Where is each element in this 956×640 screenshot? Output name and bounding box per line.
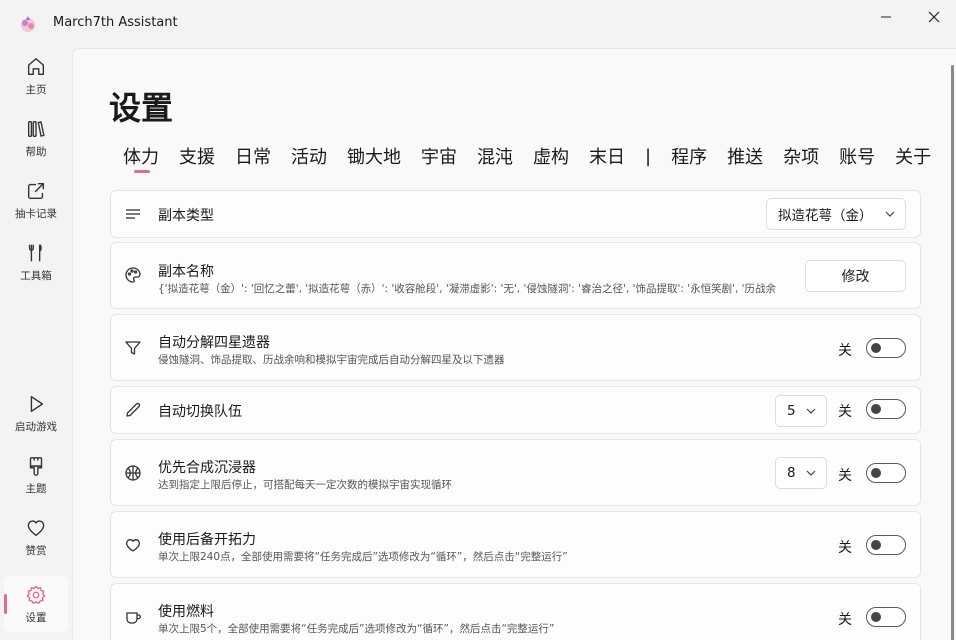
chevron-down-icon [806,408,816,414]
tab-program[interactable]: 程序 [671,143,707,169]
gear-icon [26,585,46,604]
auto-decompose-toggle[interactable] [866,338,906,358]
minimize-button[interactable] [863,0,909,34]
filter-icon [125,341,141,355]
list-icon [126,209,140,219]
tab-about[interactable]: 关于 [895,143,931,169]
toggle-state-label: 关 [838,540,852,556]
immersifier-toggle[interactable] [866,463,906,483]
toggle-state-label: 关 [838,404,852,420]
heart-icon [27,519,45,536]
heart-icon [126,539,140,552]
sidebar-item-help[interactable]: 帮助 [4,110,68,166]
page-title: 设置 [109,89,174,127]
sidebar-item-sponsor[interactable]: 赞赏 [4,509,68,565]
sidebar: 主页 帮助 抽卡记录 工具箱 启动游戏 主题 赞赏 设置 [0,48,72,640]
card-auto-decompose: 自动分解四星遗器 侵蚀隧洞、饰品提取、历战余响和模拟宇宙完成后自动分解四星及以下… [110,314,921,381]
home-icon [27,57,45,75]
card-auto-team: 自动切换队伍 5 关 [110,386,921,434]
card-title: 自动切换队伍 [158,404,242,420]
sidebar-item-launch-game[interactable]: 启动游戏 [4,385,68,441]
tab-doom[interactable]: 末日 [589,143,625,169]
tab-fiction[interactable]: 虚构 [533,143,569,169]
card-title: 副本名称 [158,264,214,280]
card-title: 使用后备开拓力 [158,532,256,548]
active-indicator [4,594,7,614]
tab-push[interactable]: 推送 [727,143,763,169]
minimize-icon [881,16,891,18]
card-immersifier: 优先合成沉浸器 达到指定上限后停止，可搭配每天一定次数的模拟宇宙实现循环 8 关 [110,439,921,506]
title-bar: March7th Assistant [0,0,956,48]
chevron-down-icon [806,470,816,476]
close-button[interactable] [911,0,956,34]
tab-support[interactable]: 支援 [179,143,215,169]
card-title: 自动分解四星遗器 [158,335,270,351]
card-description: {'拟造花萼（金）': '回忆之蕾', '拟造花萼（赤）': '收容舱段', '… [158,283,777,295]
sidebar-item-gacha-records[interactable]: 抽卡记录 [4,172,68,228]
tab-daily[interactable]: 日常 [235,143,271,169]
library-icon [27,120,45,137]
chevron-down-icon [885,211,895,217]
card-title: 优先合成沉浸器 [158,460,256,476]
sidebar-item-label: 赞赏 [25,544,47,557]
pencil-icon [126,402,141,417]
auto-team-toggle[interactable] [866,399,906,419]
settings-content: 设置 体力 支援 日常 活动 锄大地 宇宙 混沌 虚构 末日 | 程序 推送 杂… [72,48,956,640]
sidebar-item-toolbox[interactable]: 工具箱 [4,234,68,290]
tab-weed-the-land[interactable]: 锄大地 [347,143,401,169]
brush-icon [29,456,43,476]
tab-misc[interactable]: 杂项 [783,143,819,169]
sidebar-item-label: 帮助 [25,145,47,158]
instance-type-dropdown[interactable]: 拟造花萼（金） [766,198,906,230]
cup-icon [126,612,141,624]
play-icon [30,395,44,412]
tab-universe[interactable]: 宇宙 [421,143,457,169]
dropdown-value: 拟造花萼（金） [778,208,873,224]
sidebar-item-label: 启动游戏 [15,420,57,433]
share-icon [27,182,45,199]
card-description: 单次上限5个，全部使用需要将“任务完成后”选项修改为“循环”，然后点击“完整运行… [158,623,555,635]
modify-button[interactable]: 修改 [805,260,906,292]
tab-account[interactable]: 账号 [839,143,875,169]
sidebar-item-label: 设置 [25,611,47,624]
scrollbar[interactable] [951,65,954,640]
tab-chaos[interactable]: 混沌 [477,143,513,169]
card-description: 侵蚀隧洞、饰品提取、历战余响和模拟宇宙完成后自动分解四星及以下遗器 [158,354,505,366]
app-logo-icon [21,16,35,32]
card-description: 达到指定上限后停止，可搭配每天一定次数的模拟宇宙实现循环 [158,479,452,491]
card-backup-power: 使用后备开拓力 单次上限240点，全部使用需要将“任务完成后”选项修改为“循环”… [110,511,921,578]
window-title: March7th Assistant [53,15,178,30]
sidebar-item-home[interactable]: 主页 [4,48,68,104]
tab-separator: | [645,145,652,167]
dropdown-value: 5 [787,403,796,419]
backup-power-toggle[interactable] [866,535,906,555]
settings-tabs: 体力 支援 日常 活动 锄大地 宇宙 混沌 虚构 末日 | 程序 推送 杂项 账… [123,141,951,171]
card-instance-type: 副本类型 拟造花萼（金） [110,190,921,238]
tab-stamina[interactable]: 体力 [123,143,159,169]
card-fuel: 使用燃料 单次上限5个，全部使用需要将“任务完成后”选项修改为“循环”，然后点击… [110,583,921,640]
tools-icon [28,243,42,261]
team-number-dropdown[interactable]: 5 [775,395,827,427]
toggle-state-label: 关 [838,612,852,628]
palette-icon [125,267,141,283]
sidebar-item-label: 抽卡记录 [15,207,57,220]
toggle-state-label: 关 [838,468,852,484]
card-description: 单次上限240点，全部使用需要将“任务完成后”选项修改为“循环”，然后点击“完整… [158,551,568,563]
sidebar-item-settings[interactable]: 设置 [4,576,68,632]
card-title: 使用燃料 [158,604,214,620]
toggle-state-label: 关 [838,343,852,359]
sidebar-item-label: 主题 [25,482,47,495]
card-title: 副本类型 [158,208,214,224]
tab-event[interactable]: 活动 [291,143,327,169]
dropdown-value: 8 [787,465,796,481]
sidebar-item-theme[interactable]: 主题 [4,447,68,503]
sidebar-item-label: 主页 [25,83,47,96]
card-instance-name: 副本名称 {'拟造花萼（金）': '回忆之蕾', '拟造花萼（赤）': '收容舱… [110,242,921,309]
basketball-icon [125,465,141,481]
immersifier-limit-dropdown[interactable]: 8 [775,457,827,489]
tab-active-indicator [134,170,150,173]
sidebar-item-label: 工具箱 [20,269,52,282]
close-icon [928,11,940,23]
fuel-toggle[interactable] [866,607,906,627]
